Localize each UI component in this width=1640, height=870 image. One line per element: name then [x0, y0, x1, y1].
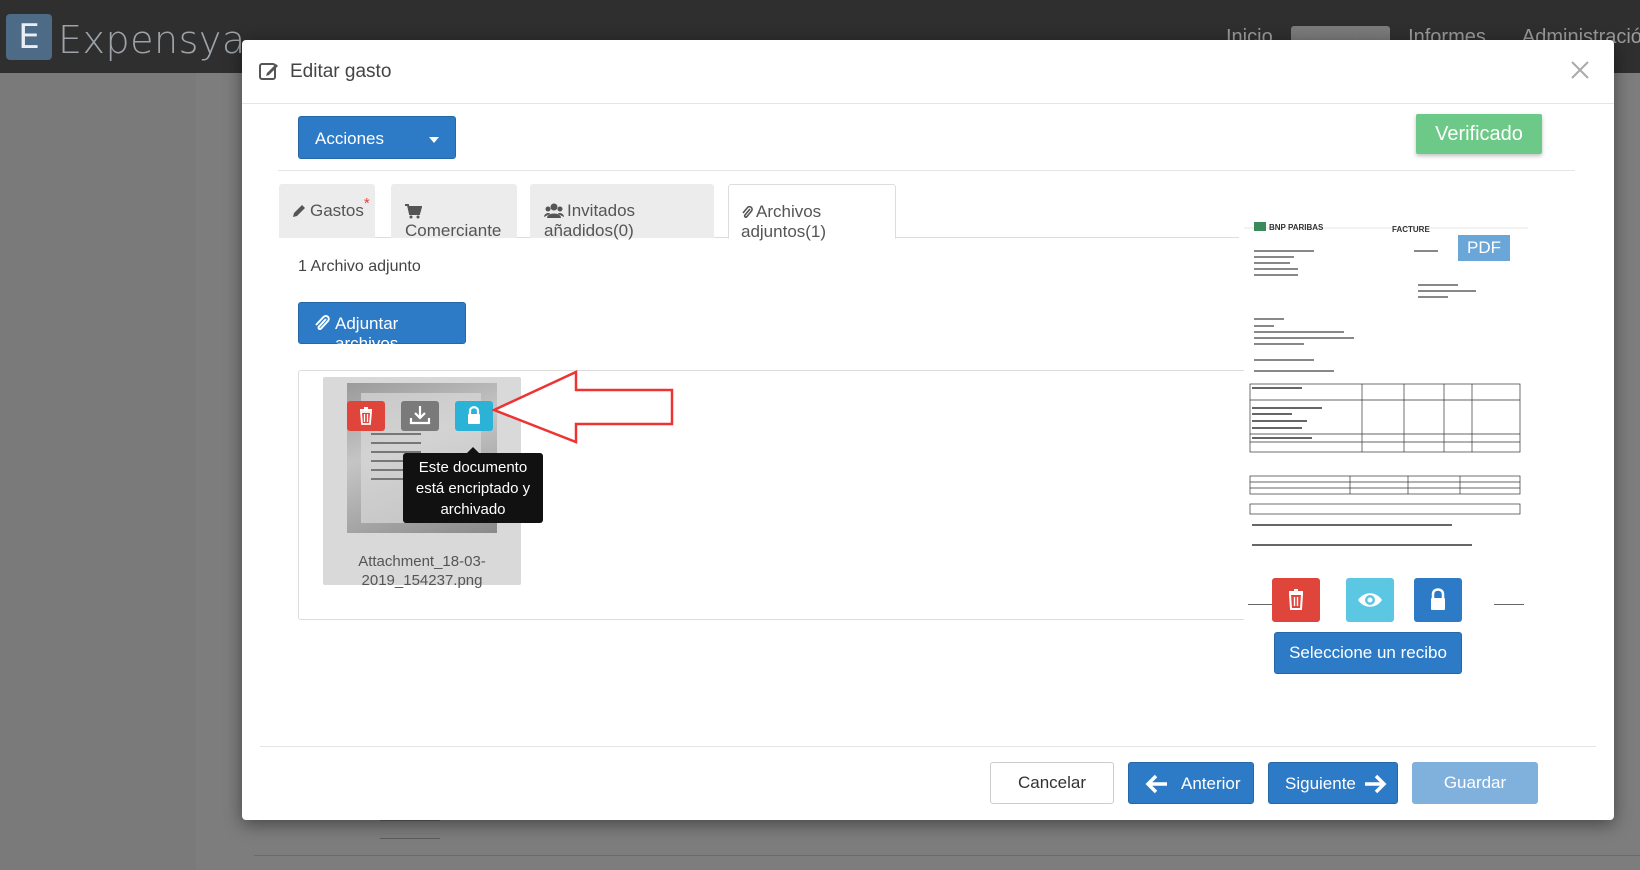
attachments-panel: Este documento está encriptado y archiva…: [298, 370, 1255, 620]
bank-name: BNP PARIBAS: [1254, 222, 1323, 232]
download-icon: [409, 406, 431, 425]
encryption-tooltip: Este documento está encriptado y archiva…: [403, 447, 543, 523]
edit-expense-modal: Editar gasto Acciones Verificado Gastos*…: [242, 40, 1614, 820]
arrow-right-icon: [1365, 774, 1387, 794]
required-marker: *: [363, 195, 370, 212]
actions-dropdown-button[interactable]: Acciones: [298, 116, 456, 159]
divider: [278, 170, 1575, 171]
tab-comerciante[interactable]: Comerciante: [391, 184, 517, 240]
modal-header: Editar gasto: [242, 40, 1614, 104]
pencil-icon: [293, 205, 305, 217]
app-brand[interactable]: Expensya: [58, 18, 246, 62]
divider: [260, 746, 1596, 747]
view-receipt-button[interactable]: [1346, 578, 1394, 622]
encrypted-lock-button[interactable]: [455, 401, 493, 431]
receipt-preview[interactable]: [1242, 212, 1532, 637]
lock-icon: [1431, 588, 1445, 610]
tab-gastos[interactable]: Gastos*: [279, 184, 375, 238]
edit-icon: [259, 63, 278, 80]
receipt-doc-title: FACTURE: [1392, 225, 1430, 234]
tab-label: Archivos adjuntos(1): [741, 202, 827, 241]
attachment-file-name: Attachment_18-03-2019_154237.png: [358, 553, 486, 589]
receipt-content: [1244, 227, 1528, 605]
bank-logo-icon: [1254, 222, 1266, 231]
previous-label: Anterior: [1181, 774, 1241, 793]
pdf-badge: PDF: [1458, 235, 1510, 261]
caret-down-icon: [429, 137, 439, 143]
lock-receipt-button[interactable]: [1414, 578, 1462, 622]
previous-button[interactable]: Anterior: [1128, 762, 1254, 804]
lock-icon: [468, 406, 480, 424]
tab-label: Gastos: [310, 201, 364, 220]
red-callout-arrow-icon: [492, 370, 674, 444]
paperclip-icon: [315, 314, 330, 331]
arrow-left-icon: [1145, 774, 1167, 794]
eye-icon: [1358, 593, 1382, 607]
delete-receipt-button[interactable]: [1272, 578, 1320, 622]
background-divider: [380, 838, 440, 839]
verified-status-badge: Verificado: [1416, 114, 1542, 154]
delete-attachment-button[interactable]: [347, 401, 385, 431]
attach-files-button[interactable]: Adjuntar archivos: [298, 302, 466, 353]
users-icon: [544, 203, 564, 218]
background-divider: [380, 820, 440, 821]
bank-name-text: BNP PARIBAS: [1269, 223, 1324, 232]
attachment-count: 1 Archivo adjunto: [298, 258, 421, 275]
next-label: Siguiente: [1285, 774, 1356, 793]
tab-invitados[interactable]: Invitados añadidos(0): [530, 184, 714, 240]
next-button[interactable]: Siguiente: [1268, 762, 1398, 804]
modal-title: Editar gasto: [290, 61, 392, 82]
trash-icon: [1288, 589, 1304, 610]
close-icon[interactable]: [1568, 58, 1592, 82]
tab-archivos-adjuntos[interactable]: Archivos adjuntos(1): [728, 184, 896, 241]
background-divider: [254, 855, 1640, 856]
cancel-button[interactable]: Cancelar: [990, 762, 1114, 804]
tab-bar: Gastos* Comerciante Invitados añadidos(0…: [279, 184, 1239, 241]
download-attachment-button[interactable]: [401, 401, 439, 431]
select-receipt-button[interactable]: Seleccione un recibo: [1274, 632, 1462, 674]
actions-label: Acciones: [315, 129, 384, 148]
tab-label: Comerciante: [405, 221, 502, 240]
shopping-cart-icon: [405, 204, 422, 219]
save-button[interactable]: Guardar: [1412, 762, 1538, 804]
paperclip-icon: [742, 205, 753, 218]
attach-files-label: Adjuntar archivos: [335, 314, 399, 353]
app-logo[interactable]: E: [6, 14, 52, 60]
receipt-document: [1244, 214, 1528, 634]
trash-icon: [360, 407, 372, 425]
